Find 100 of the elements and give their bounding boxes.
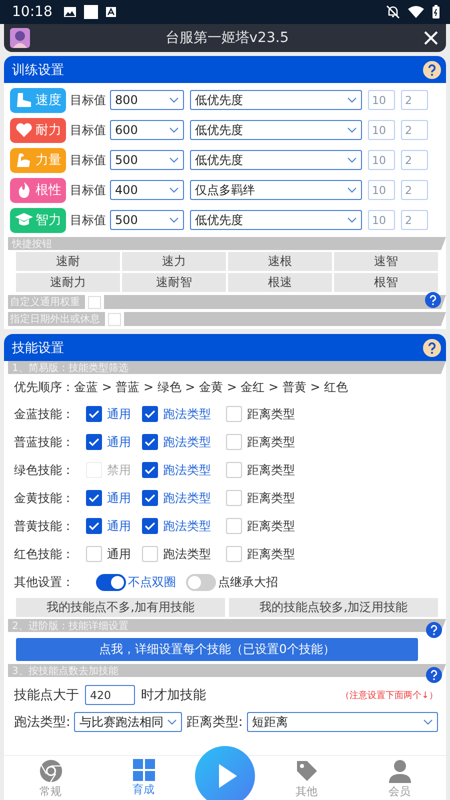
- target-select[interactable]: 600: [110, 120, 184, 140]
- target-label: 目标值: [70, 122, 106, 138]
- priority-select[interactable]: 低优先度: [190, 150, 362, 170]
- checkbox[interactable]: [142, 518, 158, 534]
- chevron-down-icon: [347, 97, 357, 103]
- priority-select[interactable]: 低优先度: [190, 210, 362, 230]
- preset-button[interactable]: 我的技能点较多,加泛用技能: [229, 598, 438, 617]
- section-title: 训练设置: [12, 62, 64, 78]
- image-icon: [64, 7, 76, 17]
- points-field[interactable]: 420: [85, 685, 135, 705]
- points-label: 时才加技能: [141, 687, 206, 704]
- detail-settings-button[interactable]: 点我，详细设置每个技能（已设置0个技能）: [16, 638, 418, 661]
- priority-select[interactable]: 低优先度: [190, 120, 362, 140]
- checkbox[interactable]: [86, 434, 102, 450]
- check-icon: [144, 437, 156, 447]
- toggle-switch[interactable]: [96, 574, 126, 590]
- dropdown[interactable]: 与比赛跑法相同: [74, 712, 182, 732]
- chevron-down-icon: [169, 187, 179, 193]
- checkbox-label: 距离类型: [247, 462, 295, 478]
- skill-category-label: 绿色技能：: [14, 462, 75, 478]
- checkbox[interactable]: [86, 406, 102, 422]
- select-label: 跑法类型:: [14, 714, 70, 731]
- help-icon[interactable]: [425, 292, 441, 308]
- checkbox-label: 跑法类型: [163, 518, 211, 534]
- preset-button[interactable]: 根速: [228, 273, 332, 292]
- select-label: 距离类型:: [186, 714, 243, 731]
- chevron-down-icon: [167, 719, 178, 725]
- dropdown[interactable]: 短距离: [246, 712, 438, 732]
- square-icon: [84, 5, 98, 19]
- checkbox-label: 跑法类型: [163, 546, 211, 562]
- target-label: 目标值: [70, 92, 106, 108]
- preset-button[interactable]: 速耐力: [16, 273, 120, 292]
- checkbox[interactable]: [142, 434, 158, 450]
- font-icon: [106, 7, 116, 17]
- check-icon: [88, 493, 100, 503]
- toggle-switch[interactable]: [186, 574, 216, 590]
- toggle-label: 不点双圈: [128, 574, 176, 590]
- chevron-down-icon: [347, 187, 357, 193]
- points-label: 技能点大于: [14, 687, 79, 704]
- target-label: 目标值: [70, 152, 106, 168]
- preset-button[interactable]: 速根: [228, 252, 332, 271]
- checkbox[interactable]: [86, 490, 102, 506]
- stat-label: 力量: [36, 152, 62, 169]
- help-icon[interactable]: [426, 622, 442, 638]
- preset-button[interactable]: 我的技能点不多,加有用技能: [16, 598, 225, 617]
- checkbox-label: 通用: [107, 406, 131, 422]
- warning-note: （注意设置下面两个↓）: [340, 690, 438, 702]
- nav-tab[interactable]: 育成: [97, 756, 190, 800]
- check-icon: [144, 521, 156, 531]
- tag-icon: [294, 759, 318, 783]
- checkbox[interactable]: [142, 406, 158, 422]
- target-select[interactable]: 500: [110, 150, 184, 170]
- skill-category-label: 金蓝技能：: [14, 406, 75, 422]
- section-title: 技能设置: [12, 340, 64, 356]
- checkbox-label: 跑法类型: [163, 490, 211, 506]
- chevron-down-icon: [423, 719, 433, 725]
- arm-icon: [14, 152, 32, 168]
- help-icon[interactable]: [426, 667, 442, 683]
- help-icon[interactable]: [423, 338, 441, 356]
- checkbox[interactable]: [142, 490, 158, 506]
- check-icon: [144, 409, 156, 419]
- preset-button[interactable]: 根智: [334, 273, 438, 292]
- checkbox-label: 通用: [107, 546, 131, 562]
- skill-category-label: 红色技能：: [14, 546, 75, 562]
- grid-icon: [132, 759, 154, 781]
- skill-category-label: 金黄技能：: [14, 490, 75, 506]
- check-icon: [88, 409, 100, 419]
- priority-select[interactable]: 低优先度: [190, 90, 362, 110]
- checkbox-label: 距离类型: [247, 490, 295, 506]
- target-label: 目标值: [70, 212, 106, 228]
- checkbox-label: 距离类型: [247, 434, 295, 450]
- preset-button[interactable]: 速耐: [16, 252, 120, 271]
- checkbox-label: 禁用: [107, 462, 131, 478]
- checkbox-label: 距离类型: [247, 546, 295, 562]
- shoe-icon: [14, 92, 32, 108]
- chevron-down-icon: [169, 157, 179, 163]
- chevron-down-icon: [169, 127, 179, 133]
- skill-category-label: 普黄技能：: [14, 518, 75, 534]
- chevron-down-icon: [169, 97, 179, 103]
- priority-select[interactable]: 仅点多羁绊: [190, 180, 362, 200]
- graduation-cap-icon: [14, 212, 32, 228]
- browser-icon: [38, 759, 62, 783]
- preset-button[interactable]: 速智: [334, 252, 438, 271]
- wifi-icon: [408, 6, 424, 18]
- close-icon[interactable]: [424, 31, 438, 45]
- heart-icon: [14, 122, 32, 138]
- chevron-down-icon: [347, 127, 357, 133]
- help-icon[interactable]: [423, 60, 441, 78]
- preset-button[interactable]: 速耐智: [122, 273, 226, 292]
- target-select[interactable]: 400: [110, 180, 184, 200]
- preset-button[interactable]: 速力: [122, 252, 226, 271]
- battery-icon: [432, 5, 440, 19]
- checkbox-label: 通用: [107, 490, 131, 506]
- target-select[interactable]: 500: [110, 210, 184, 230]
- window-title: 台服第一姬塔v23.5: [164, 29, 290, 47]
- checkbox[interactable]: [86, 518, 102, 534]
- target-select[interactable]: 800: [110, 90, 184, 110]
- person-icon: [388, 759, 412, 783]
- checkbox[interactable]: [142, 462, 158, 478]
- play-button[interactable]: [195, 746, 255, 800]
